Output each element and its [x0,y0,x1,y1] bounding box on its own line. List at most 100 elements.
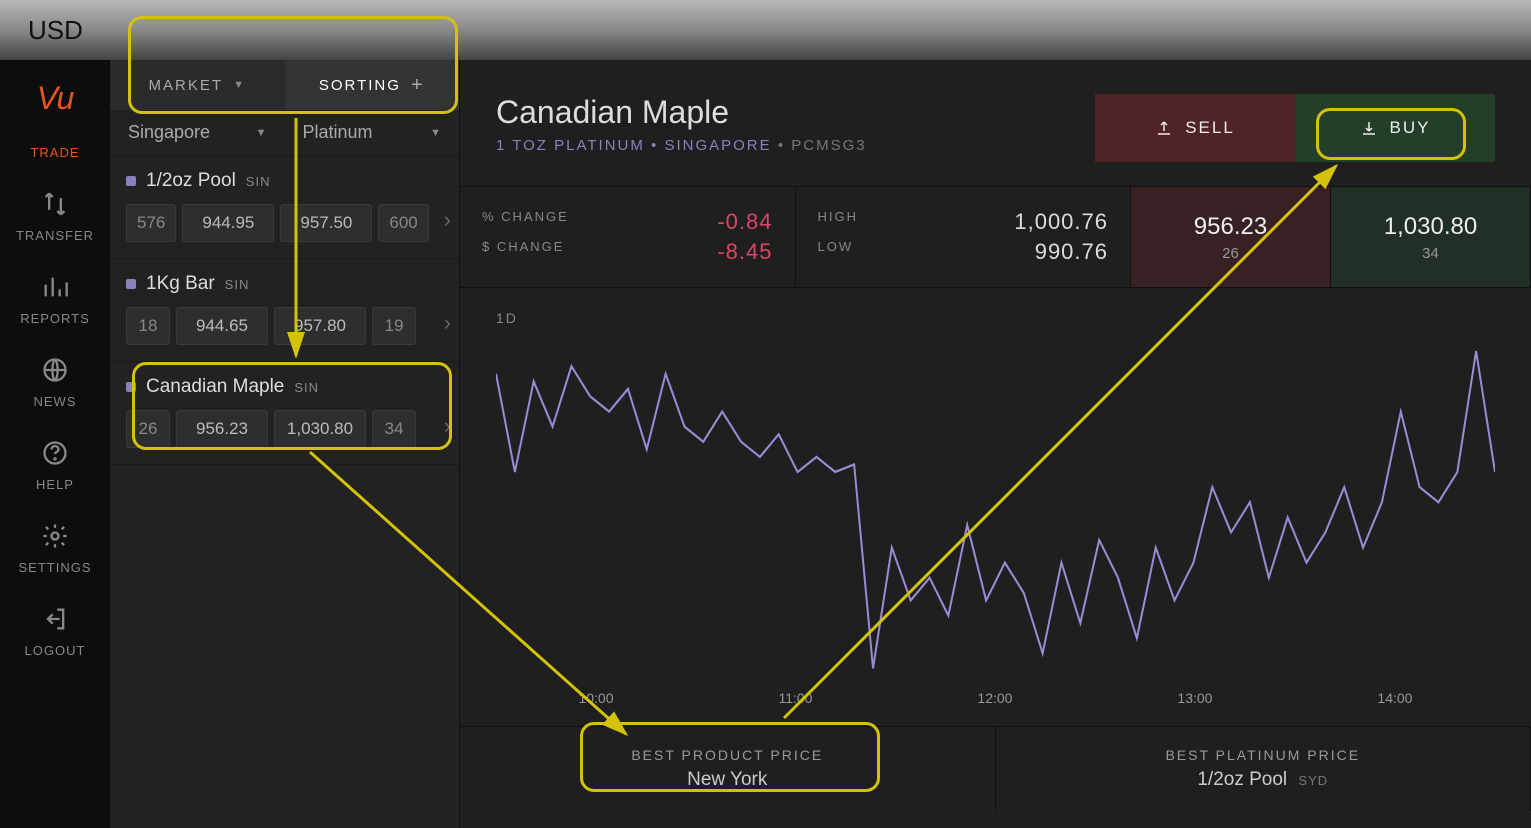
product-loc: SIN [225,277,250,292]
best-product-label: BEST PRODUCT PRICE [480,747,975,763]
globe-icon [39,354,71,386]
product-panel: MARKET ▼ SORTING + Singapore ▼ Platinum … [110,60,460,828]
product-name: 1/2oz Pool [146,170,236,192]
nav-settings[interactable]: SETTINGS [18,520,91,575]
product-list: 1/2oz Pool SIN 576 944.95 957.50 600 › 1… [110,156,459,465]
timeframe-label[interactable]: 1D [496,310,1495,326]
panel-tabs: MARKET ▼ SORTING + [110,60,459,110]
x-axis: 10:0011:0012:0013:0014:00 [496,690,1495,706]
sub-weight: 1 TOZ PLATINUM [496,137,645,154]
chevron-right-icon: › [444,207,451,233]
topbar: USD [0,0,1531,60]
gear-icon [39,520,71,552]
nav-trade[interactable]: TRADE [30,145,79,160]
nav-label: SETTINGS [18,560,91,575]
buy-label: BUY [1390,118,1431,138]
sell-qty: 18 [126,307,170,345]
high-value: 1,000.76 [1014,209,1108,235]
nav-reports[interactable]: REPORTS [20,271,90,326]
logo: Vu [37,80,74,117]
upload-icon [1155,119,1173,137]
sell-price: 944.65 [176,307,268,345]
plus-icon: + [411,74,425,97]
buy-price: 1,030.80 [274,410,366,448]
nav-help[interactable]: HELP [36,437,74,492]
product-loc: SIN [246,174,271,189]
chevron-right-icon: › [444,310,451,336]
sell-button[interactable]: SELL [1095,94,1295,162]
tab-label: SORTING [319,77,401,94]
low-label: LOW [818,239,854,265]
sell-price: 944.95 [182,204,274,242]
dol-change-label: $ CHANGE [482,239,564,265]
sell-qty: 26 [1222,245,1239,262]
filter-metal[interactable]: Platinum ▼ [285,110,460,155]
best-metal-label: BEST PLATINUM PRICE [1016,747,1511,763]
pct-change-label: % CHANGE [482,209,569,235]
sidebar: Vu TRADE TRANSFER REPORTS NEWS HE [0,60,110,828]
sub-location: SINGAPORE [664,137,771,154]
logout-icon [39,603,71,635]
nav-news[interactable]: NEWS [34,354,77,409]
product-row[interactable]: 1/2oz Pool SIN 576 944.95 957.50 600 › [110,156,459,259]
nav-transfer[interactable]: TRANSFER [16,188,94,243]
filter-label: Platinum [303,122,373,143]
nav-label: REPORTS [20,311,90,326]
product-row[interactable]: 1Kg Bar SIN 18 944.65 957.80 19 › [110,259,459,362]
download-icon [1360,119,1378,137]
sell-qty: 26 [126,410,170,448]
best-metal-value: 1/2oz Pool SYD [1016,769,1511,791]
sell-price: 956.23 [176,410,268,448]
low-value: 990.76 [1035,239,1108,265]
sell-price: 956.23 [1194,213,1267,241]
buy-price-cell[interactable]: 1,030.80 34 [1331,187,1531,287]
reports-icon [39,271,71,303]
nav-label: NEWS [34,394,77,409]
chevron-right-icon: › [444,413,451,439]
buy-qty: 34 [1422,245,1439,262]
tab-sorting[interactable]: SORTING + [285,60,460,110]
sub-code: PCMSG3 [791,137,866,154]
nav-label: HELP [36,477,74,492]
product-row-selected[interactable]: Canadian Maple SIN 26 956.23 1,030.80 34… [110,362,459,465]
pct-change: -0.84 [717,209,772,235]
caret-icon: ▼ [233,79,246,91]
stats-row: % CHANGE-0.84 $ CHANGE-8.45 HIGH1,000.76… [460,186,1531,288]
nav-label: TRANSFER [16,228,94,243]
buy-price: 1,030.80 [1384,213,1477,241]
footer-row: BEST PRODUCT PRICE New York BEST PLATINU… [460,726,1531,811]
currency-label: USD [28,15,83,46]
sell-label: SELL [1185,118,1235,138]
buy-qty: 34 [372,410,416,448]
tab-market[interactable]: MARKET ▼ [110,60,285,110]
product-loc: SIN [294,380,319,395]
detail-title: Canadian Maple [496,94,1095,131]
buy-qty: 19 [372,307,416,345]
buy-qty: 600 [378,204,428,242]
metal-dot [126,382,136,392]
best-metal-name: 1/2oz Pool [1197,769,1287,790]
buy-price: 957.80 [274,307,366,345]
price-chart [496,336,1495,676]
caret-icon: ▼ [430,127,441,139]
product-name: 1Kg Bar [146,273,215,295]
best-product-price[interactable]: BEST PRODUCT PRICE New York [460,727,996,811]
sell-qty: 576 [126,204,176,242]
caret-icon: ▼ [256,127,267,139]
metal-dot [126,279,136,289]
help-icon [39,437,71,469]
sell-price-cell[interactable]: 956.23 26 [1131,187,1331,287]
chart-area: 1D 10:0011:0012:0013:0014:00 [460,288,1531,716]
filter-label: Singapore [128,122,210,143]
nav-logout[interactable]: LOGOUT [25,603,86,658]
buy-button[interactable]: BUY [1295,94,1495,162]
detail-panel: Canadian Maple 1 TOZ PLATINUM • SINGAPOR… [460,60,1531,828]
product-name: Canadian Maple [146,376,284,398]
detail-subtitle: 1 TOZ PLATINUM • SINGAPORE • PCMSG3 [496,137,1095,154]
best-metal-price[interactable]: BEST PLATINUM PRICE 1/2oz Pool SYD [996,727,1531,811]
nav-label: LOGOUT [25,643,86,658]
nav-label: TRADE [30,145,79,160]
filters: Singapore ▼ Platinum ▼ [110,110,459,156]
metal-dot [126,176,136,186]
filter-location[interactable]: Singapore ▼ [110,110,285,155]
